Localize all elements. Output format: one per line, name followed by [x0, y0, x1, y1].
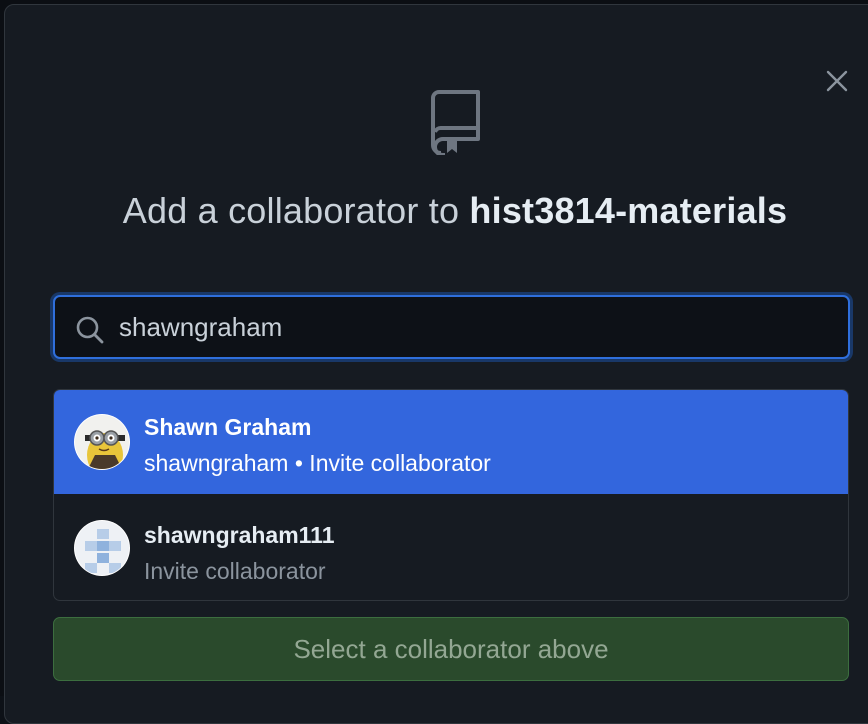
identicon-avatar-image: [75, 521, 129, 575]
title-prefix: Add a collaborator to: [122, 190, 470, 231]
search-results-list: Shawn Graham shawngraham • Invite collab…: [53, 389, 849, 601]
select-collaborator-button[interactable]: Select a collaborator above: [53, 617, 849, 681]
result-name: shawngraham111: [144, 522, 335, 548]
repo-icon: [431, 90, 480, 155]
avatar: [74, 414, 130, 470]
search-icon: [76, 316, 104, 344]
add-collaborator-dialog: Add a collaborator to hist3814-materials: [4, 4, 868, 724]
dialog-title: Add a collaborator to hist3814-materials: [5, 190, 868, 232]
avatar: [74, 520, 130, 576]
select-collaborator-label: Select a collaborator above: [293, 633, 609, 664]
search-input[interactable]: [119, 307, 819, 347]
result-item-shawn-graham[interactable]: Shawn Graham shawngraham • Invite collab…: [54, 390, 848, 494]
result-subtitle: Invite collaborator: [144, 558, 326, 584]
close-icon: [826, 70, 848, 92]
minion-avatar-image: [75, 415, 129, 469]
repo-name: hist3814-materials: [469, 190, 788, 231]
close-button[interactable]: [821, 65, 853, 97]
result-item-shawngraham111[interactable]: shawngraham111 Invite collaborator: [54, 496, 848, 600]
result-subtitle: shawngraham • Invite collaborator: [144, 450, 491, 476]
search-field[interactable]: [53, 295, 850, 359]
result-name: Shawn Graham: [144, 414, 312, 440]
